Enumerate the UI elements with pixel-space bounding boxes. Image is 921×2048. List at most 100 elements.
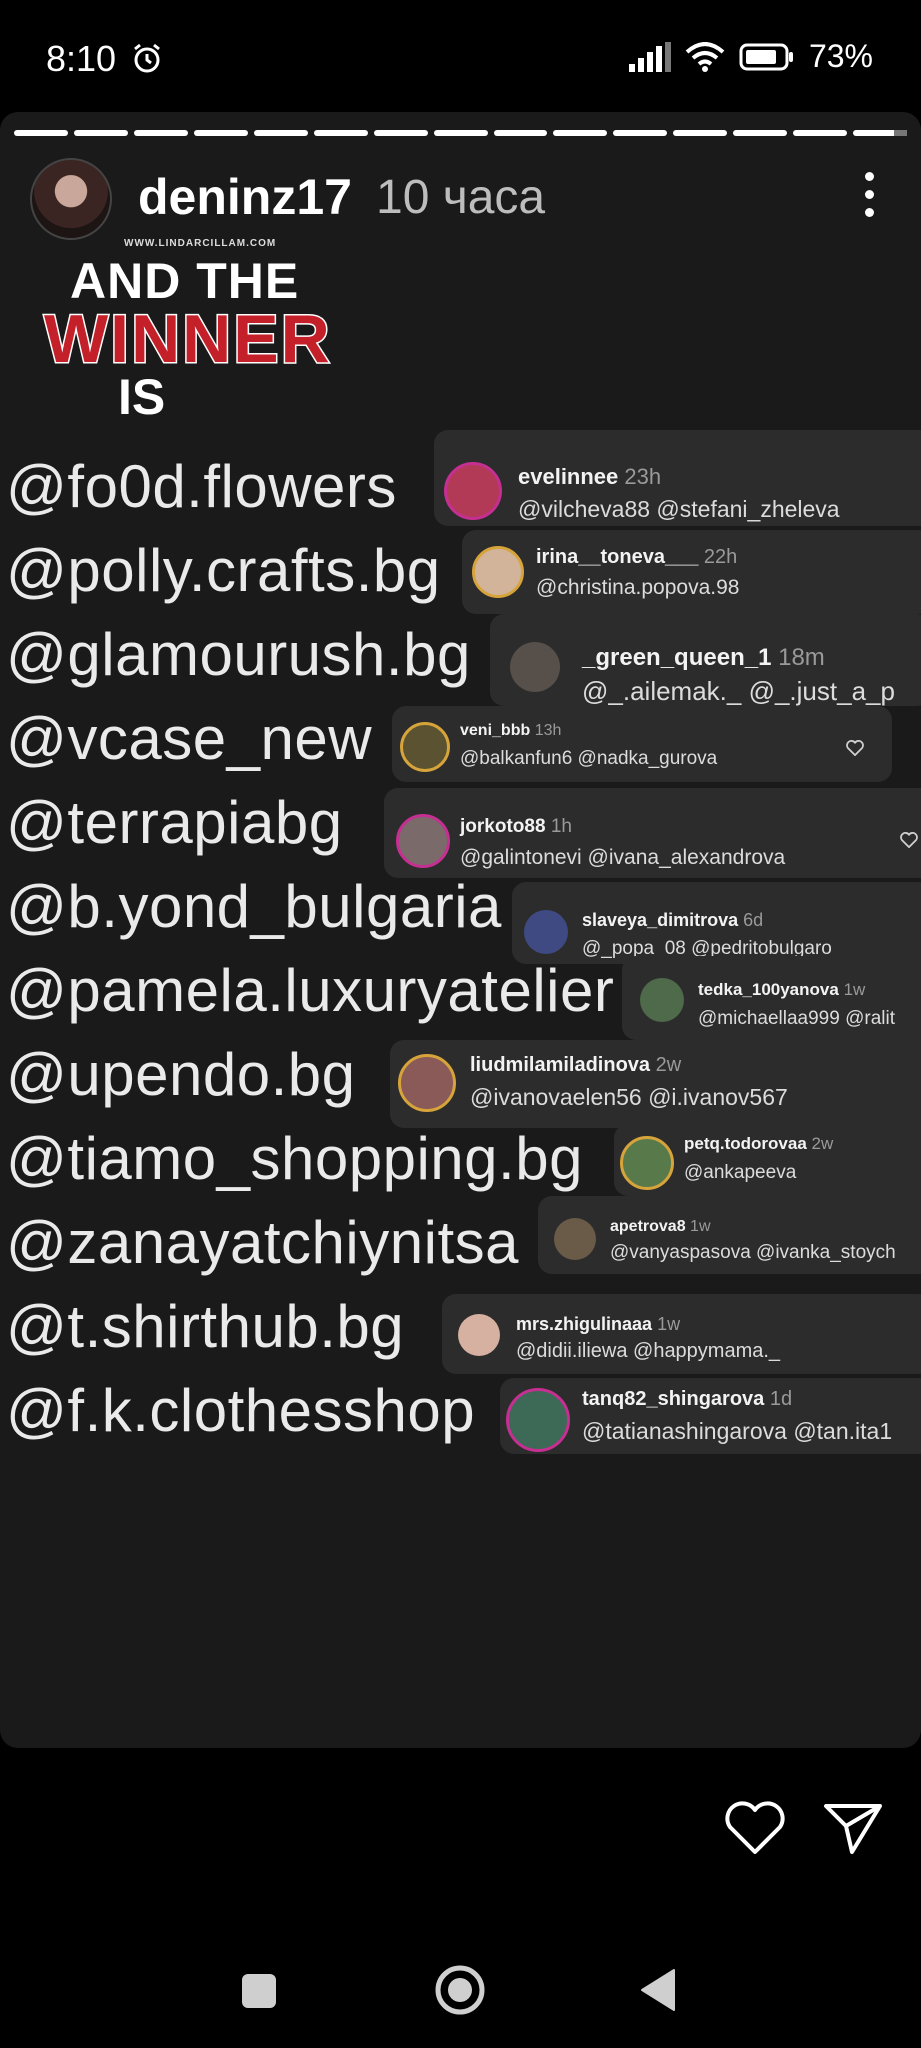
- progress-segment: [673, 130, 728, 136]
- square-nav-icon[interactable]: [240, 1972, 278, 2010]
- comment-card: evelinnee 23h @vilcheva88 @stefani_zhele…: [434, 430, 921, 526]
- commenter-avatar: [444, 462, 502, 520]
- handle-item: @pamela.luxuryatelier: [6, 957, 615, 1024]
- commenter-avatar: [506, 1388, 570, 1452]
- commenter-avatar: [396, 814, 450, 868]
- commenter-avatar: [554, 1218, 596, 1260]
- time-text: 8:10: [46, 38, 117, 79]
- handle-item: @tiamo_shopping.bg: [6, 1125, 583, 1192]
- progress-segment: [14, 130, 68, 136]
- commenter-name: apetrova8: [610, 1218, 686, 1235]
- handle-item: @fo0d.flowers: [6, 453, 397, 520]
- comment-ago: 13h: [534, 722, 562, 739]
- comment-ago: 2w: [655, 1054, 682, 1076]
- handle-item: @f.k.clothesshop: [6, 1377, 476, 1444]
- wifi-icon: [685, 41, 725, 72]
- back-nav-icon[interactable]: [640, 1968, 676, 2012]
- comment-ago: 1w: [657, 1314, 681, 1334]
- commenter-name: _green_queen_1: [582, 644, 772, 671]
- comment-ago: 1w: [690, 1218, 711, 1235]
- comment-ago: 22h: [703, 546, 738, 568]
- comment-card: apetrova8 1w @vanyaspasova @ivanka_stoyc…: [538, 1196, 921, 1274]
- handle-item: @terrapiabg: [6, 789, 343, 856]
- avatar[interactable]: [30, 158, 112, 240]
- comment-card: petq.todorovaa 2w @ankapeeva: [614, 1124, 921, 1196]
- comment-text: @didii.iliewa @happymama._: [516, 1340, 781, 1362]
- comment-ago: 2w: [811, 1134, 834, 1153]
- comment-text: @tatianashingarova @tan.ita1: [582, 1418, 893, 1444]
- commenter-name: evelinnee: [518, 464, 619, 489]
- home-nav-icon[interactable]: [434, 1964, 486, 2016]
- status-bar-right: 73%: [628, 38, 873, 75]
- progress-segment: [493, 130, 548, 136]
- commenter-name: tanq82_shingarova: [582, 1388, 765, 1410]
- heart-icon[interactable]: [724, 1800, 786, 1856]
- commenter-avatar: [398, 1054, 456, 1112]
- handle-item: @t.shirthub.bg: [6, 1293, 405, 1360]
- handle-item: @vcase_new: [6, 705, 373, 772]
- progress-segment: [613, 130, 668, 136]
- comment-ago: 1h: [550, 816, 572, 837]
- story-view[interactable]: deninz17 10 часа WWW.LINDARCILLAM.COM AN…: [0, 112, 921, 1748]
- comment-text: @christina.popova.98: [536, 576, 740, 599]
- progress-segment: [133, 130, 188, 136]
- handle-item: @polly.crafts.bg: [6, 537, 441, 604]
- comment-card: irina__toneva___ 22h @christina.popova.9…: [462, 530, 921, 614]
- commenter-avatar: [524, 910, 568, 954]
- commenter-avatar: [458, 1314, 500, 1356]
- signal-icon: [628, 41, 671, 72]
- handle-item: @glamourush.bg: [6, 621, 471, 688]
- graphic-site: WWW.LINDARCILLAM.COM: [124, 238, 277, 249]
- handle-item: @upendo.bg: [6, 1041, 356, 1108]
- comment-text: @_.ailemak._ @_.just_a_p: [582, 676, 895, 706]
- status-bar-time: 8:10: [46, 38, 164, 80]
- comment-ago: 1w: [843, 980, 866, 999]
- comment-card: tanq82_shingarova 1d @tatianashingarova …: [500, 1378, 921, 1454]
- commenter-name: liudmilamiladinova: [470, 1054, 651, 1076]
- heart-icon[interactable]: [900, 832, 918, 848]
- comment-card: mrs.zhigulinaaa 1w @didii.iliewa @happym…: [442, 1294, 921, 1374]
- progress-segment: [793, 130, 848, 136]
- comment-card: veni_bbb 13h @balkanfun6 @nadka_gurova: [392, 706, 892, 782]
- commenter-avatar: [510, 642, 560, 692]
- progress-segment: [733, 130, 788, 136]
- commenter-name: veni_bbb: [460, 722, 531, 739]
- comment-text: @michaellaa999 @ralit: [698, 1008, 895, 1029]
- comment-ago: 23h: [624, 464, 662, 489]
- graphic-line3: IS: [118, 369, 166, 425]
- comment-text: @galintonevi @ivana_alexandrova: [460, 846, 786, 869]
- comment-card: _green_queen_1 18m @_.ailemak._ @_.just_…: [490, 614, 921, 706]
- alarm-icon: [134, 43, 161, 73]
- story-time-ago: 10 часа: [376, 171, 546, 224]
- comment-card: tedka_100yanova 1w @michaellaa999 @ralit: [622, 956, 921, 1040]
- story-progress-bar: [14, 130, 908, 136]
- commenter-name: irina__toneva___: [536, 546, 699, 568]
- progress-segment: [433, 130, 488, 136]
- progress-segment: [553, 130, 608, 136]
- progress-segment: [373, 130, 428, 136]
- commenter-name: jorkoto88: [460, 816, 546, 837]
- comment-text: @vilcheva88 @stefani_zheleva: [518, 496, 840, 522]
- battery-icon: [739, 43, 793, 70]
- comment-text: @vanyaspasova @ivanka_stoych: [610, 1242, 896, 1263]
- progress-segment: [73, 130, 128, 136]
- comment-text: @ivanovaelen56 @i.ivanov567: [470, 1084, 788, 1110]
- progress-segment: [313, 130, 368, 136]
- commenter-avatar: [640, 978, 684, 1022]
- progress-segment: [193, 130, 248, 136]
- comment-text: @balkanfun6 @nadka_gurova: [460, 748, 718, 769]
- heart-icon[interactable]: [846, 740, 864, 756]
- commenter-name: petq.todorovaa: [684, 1134, 807, 1153]
- comment-card: liudmilamiladinova 2w @ivanovaelen56 @i.…: [390, 1040, 921, 1128]
- comment-card: jorkoto88 1h @galintonevi @ivana_alexand…: [384, 788, 921, 878]
- comment-ago: 1d: [769, 1388, 793, 1410]
- comment-text: @ankapeeva: [684, 1162, 797, 1183]
- progress-segment-current: [853, 130, 908, 136]
- send-icon[interactable]: [822, 1800, 884, 1856]
- story-username[interactable]: deninz17: [138, 168, 352, 226]
- more-icon[interactable]: [865, 172, 875, 226]
- battery-percent: 73%: [808, 38, 873, 74]
- handle-item: @zanayatchiynitsa: [6, 1209, 519, 1276]
- progress-segment: [253, 130, 308, 136]
- commenter-avatar: [620, 1136, 674, 1190]
